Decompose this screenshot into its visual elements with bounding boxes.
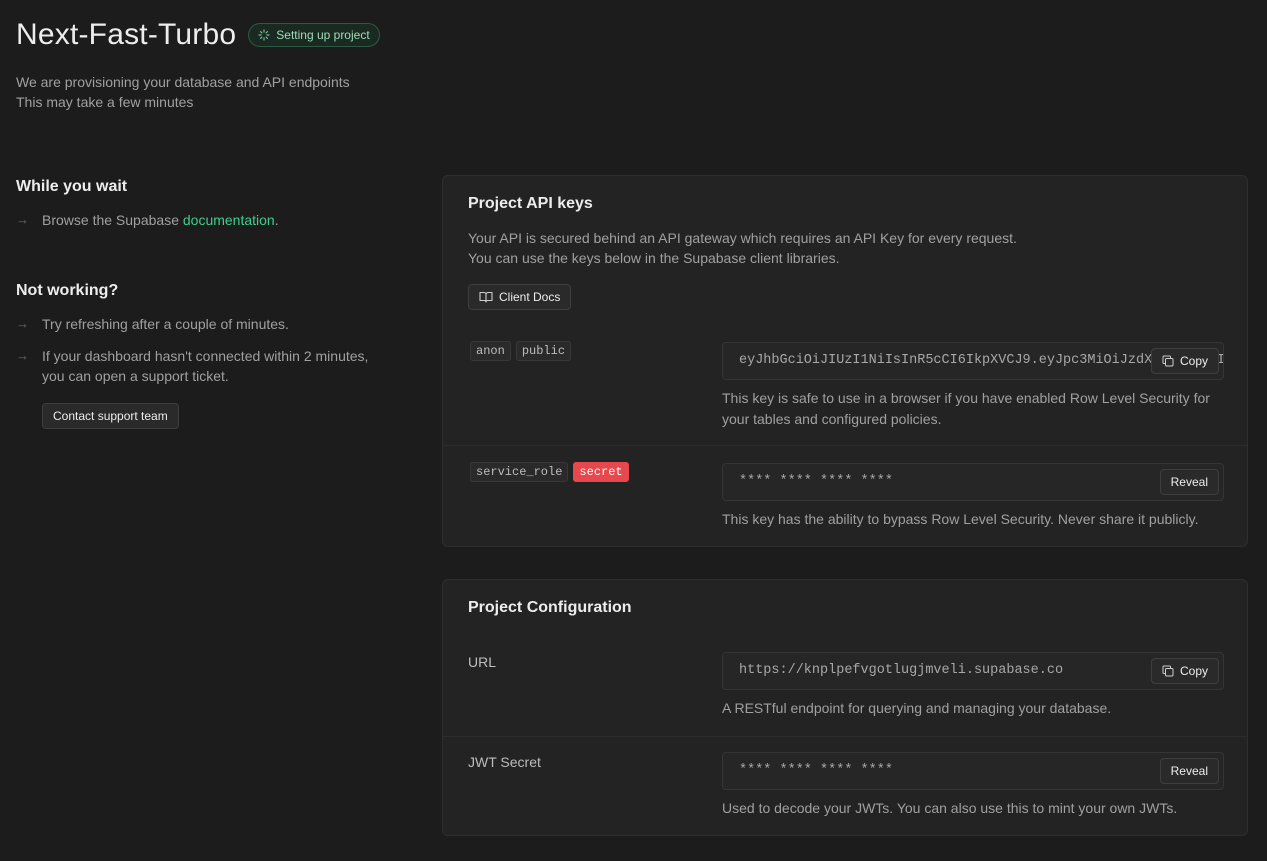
header: Next-Fast-Turbo Setting up project (16, 18, 380, 52)
status-badge: Setting up project (248, 23, 380, 47)
status-badge-label: Setting up project (276, 28, 370, 42)
support-ticket-tip: If your dashboard hasn't connected withi… (42, 348, 369, 384)
service-role-key-field[interactable]: **** **** **** **** Reveal (722, 463, 1224, 501)
service-role-key-value: **** **** **** **** (739, 474, 893, 489)
refresh-tip: Try refreshing after a couple of minutes… (42, 316, 289, 332)
service-role-key-help: This key has the ability to bypass Row L… (722, 511, 1199, 527)
arrow-right-icon: → (16, 316, 29, 331)
copy-url-button[interactable]: Copy (1150, 658, 1219, 684)
not-working-heading: Not working? (16, 282, 119, 299)
subtitle-line-2: This may take a few minutes (16, 94, 194, 110)
browse-docs-prefix: Browse the Supabase (42, 212, 183, 228)
api-keys-description-line-2: You can use the keys below in the Supaba… (468, 250, 840, 266)
documentation-link[interactable]: documentation (183, 212, 275, 228)
url-label: URL (468, 654, 497, 670)
project-config-card: Project Configuration URL https://knplpe… (442, 579, 1248, 836)
service-role-tag: service_role (470, 462, 569, 482)
reveal-jwt-secret-button[interactable]: Reveal (1159, 758, 1219, 784)
spinner-icon (258, 29, 270, 41)
api-keys-card: Project API keys Your API is secured beh… (442, 175, 1248, 547)
reveal-service-role-button[interactable]: Reveal (1159, 469, 1219, 495)
page-subtitle: We are provisioning your database and AP… (16, 72, 350, 112)
public-tag: public (515, 341, 572, 361)
project-title: Next-Fast-Turbo (16, 18, 237, 51)
url-field[interactable]: https://knplpefvgotlugjmveli.supabase.co… (722, 652, 1224, 690)
browse-docs-suffix: . (274, 212, 279, 228)
anon-key-help: This key is safe to use in a browser if … (722, 390, 1210, 427)
project-setup-page: Next-Fast-Turbo Setting up project We ar… (0, 0, 1267, 861)
book-icon (479, 291, 493, 303)
secret-tag: secret (573, 462, 629, 482)
subtitle-line-1: We are provisioning your database and AP… (16, 74, 350, 90)
arrow-right-icon: → (16, 212, 29, 227)
list-item: → If your dashboard hasn't connected wit… (16, 346, 386, 386)
client-docs-button[interactable]: Client Docs (468, 284, 572, 310)
api-keys-heading: Project API keys (468, 195, 593, 212)
contact-support-button[interactable]: Contact support team (42, 403, 179, 429)
while-you-wait-heading: While you wait (16, 178, 128, 195)
row-divider (443, 736, 1247, 737)
api-keys-description-line-1: Your API is secured behind an API gatewa… (468, 230, 1017, 246)
jwt-secret-label: JWT Secret (468, 754, 541, 770)
browse-docs-item: → Browse the Supabase documentation. (16, 210, 396, 230)
browse-docs-text: Browse the Supabase documentation. (42, 210, 279, 230)
jwt-secret-value: **** **** **** **** (739, 763, 893, 778)
copy-anon-key-button[interactable]: Copy (1150, 348, 1219, 374)
url-value: https://knplpefvgotlugjmveli.supabase.co (739, 663, 1064, 678)
arrow-right-icon: → (16, 348, 29, 363)
anon-key-tags: anon public (470, 341, 572, 361)
jwt-secret-field[interactable]: **** **** **** **** Reveal (722, 752, 1224, 790)
list-item: → Try refreshing after a couple of minut… (16, 314, 396, 334)
anon-tag: anon (470, 341, 511, 361)
service-role-key-tags: service_role secret (470, 462, 629, 482)
copy-label: Copy (1179, 354, 1208, 368)
jwt-secret-help: Used to decode your JWTs. You can also u… (722, 800, 1178, 816)
project-config-heading: Project Configuration (468, 599, 632, 616)
copy-icon (1162, 665, 1174, 677)
api-keys-description: Your API is secured behind an API gatewa… (468, 228, 1017, 268)
copy-icon (1162, 355, 1174, 367)
client-docs-label: Client Docs (499, 290, 561, 304)
anon-key-field[interactable]: eyJhbGciOiJIUzI1NiIsInR5cCI6IkpXVCJ9.eyJ… (722, 342, 1224, 380)
url-help: A RESTful endpoint for querying and mana… (722, 700, 1112, 716)
row-divider (443, 445, 1247, 446)
copy-label: Copy (1179, 664, 1208, 678)
